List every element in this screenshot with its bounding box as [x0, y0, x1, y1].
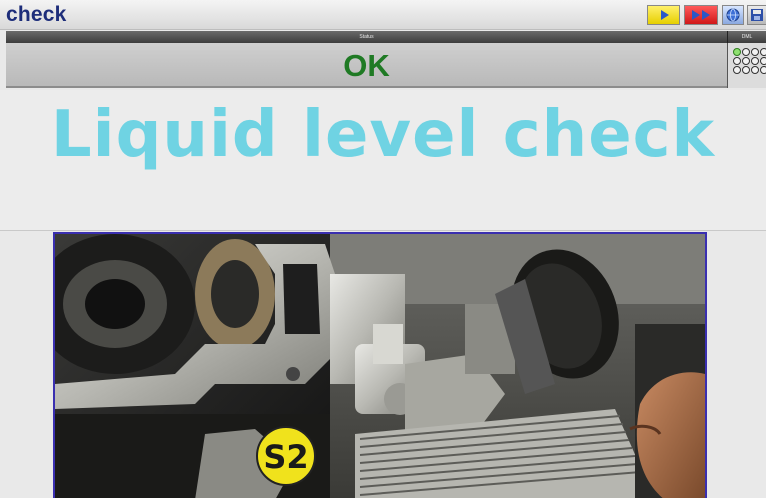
engine-photo: S2 [53, 232, 707, 498]
position-dot [742, 57, 750, 65]
position-dot [751, 57, 759, 65]
status-value: OK [343, 48, 390, 83]
position-dot [760, 66, 766, 74]
position-grid [727, 43, 766, 88]
save-button[interactable] [747, 5, 766, 25]
status-header: Status DML [6, 31, 766, 43]
screen: check Status DML OK Liquid level check S… [0, 0, 766, 498]
status-header-label: Status [359, 34, 374, 40]
step-title: Liquid level check [50, 98, 716, 172]
title-bar: check [0, 0, 766, 30]
divider [0, 230, 766, 231]
s2-marker-label: S2 [263, 438, 308, 476]
position-header-label: DML [727, 31, 766, 43]
globe-icon [726, 8, 740, 22]
fast-forward-button[interactable] [684, 5, 718, 25]
position-dot [733, 57, 741, 65]
position-dot [733, 48, 741, 56]
position-dot [742, 66, 750, 74]
info-button[interactable] [722, 5, 744, 25]
position-dot [751, 48, 759, 56]
app-title: check [6, 3, 67, 26]
play-icon [660, 10, 669, 20]
step-heading-area: Liquid level check [0, 90, 766, 230]
engine-illustration: S2 [55, 234, 705, 498]
play-button[interactable] [647, 5, 680, 25]
position-dot [751, 66, 759, 74]
position-dot [760, 48, 766, 56]
position-dot [760, 57, 766, 65]
fast-forward-icon [692, 10, 710, 20]
status-row: OK [6, 43, 766, 88]
save-icon [751, 9, 763, 21]
position-dot [733, 66, 741, 74]
position-dot [742, 48, 750, 56]
